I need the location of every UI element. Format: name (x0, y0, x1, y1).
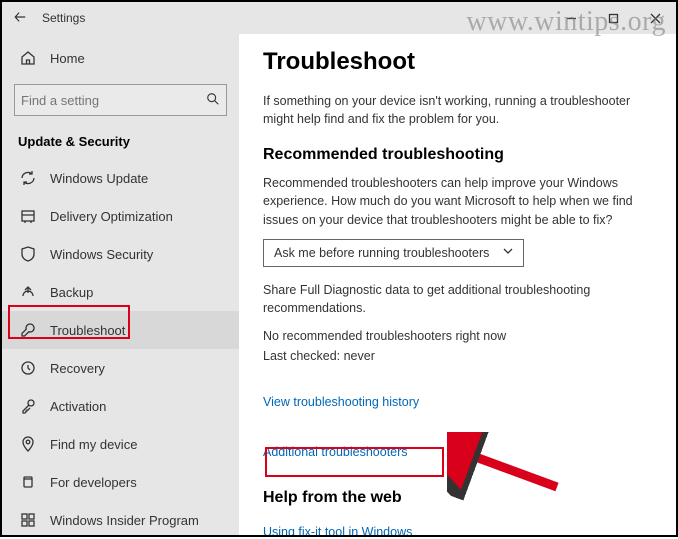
search-box[interactable] (14, 84, 227, 116)
no-recommended-text: No recommended troubleshooters right now (263, 327, 652, 345)
help-heading: Help from the web (263, 489, 652, 507)
key-icon (18, 398, 38, 414)
sidebar-item-label: Troubleshoot (50, 323, 125, 338)
backup-icon (18, 284, 38, 300)
sidebar-item-label: Recovery (50, 361, 105, 376)
sidebar-item-label: Backup (50, 285, 93, 300)
recovery-icon (18, 360, 38, 376)
shield-icon (18, 246, 38, 262)
sidebar: Home Update & Security Windows Update De… (2, 34, 239, 535)
sidebar-item-label: Activation (50, 399, 106, 414)
page-heading: Troubleshoot (263, 48, 652, 76)
titlebar: Settings (2, 2, 676, 34)
sidebar-item-label: For developers (50, 475, 137, 490)
minimize-button[interactable] (550, 2, 592, 34)
sync-icon (18, 170, 38, 186)
sidebar-item-backup[interactable]: Backup (2, 273, 239, 311)
home-label: Home (50, 51, 85, 66)
wrench-icon (18, 322, 38, 338)
devs-icon (18, 474, 38, 490)
sidebar-item-label: Windows Update (50, 171, 148, 186)
sidebar-item-label: Windows Insider Program (50, 513, 199, 528)
recommended-desc: Recommended troubleshooters can help imp… (263, 174, 652, 228)
troubleshoot-preference-dropdown[interactable]: Ask me before running troubleshooters (263, 239, 524, 267)
sidebar-item-recovery[interactable]: Recovery (2, 349, 239, 387)
sidebar-item-insider-program[interactable]: Windows Insider Program (2, 501, 239, 539)
dropdown-value: Ask me before running troubleshooters (274, 246, 489, 260)
home-nav[interactable]: Home (2, 40, 239, 76)
sidebar-item-delivery-optimization[interactable]: Delivery Optimization (2, 197, 239, 235)
additional-troubleshooters-link[interactable]: Additional troubleshooters (263, 445, 408, 459)
sidebar-item-find-my-device[interactable]: Find my device (2, 425, 239, 463)
close-button[interactable] (634, 2, 676, 34)
diagnostic-warning: Share Full Diagnostic data to get additi… (263, 281, 652, 317)
sidebar-item-label: Find my device (50, 437, 137, 452)
back-button[interactable] (2, 10, 38, 27)
sidebar-item-windows-update[interactable]: Windows Update (2, 159, 239, 197)
recommended-heading: Recommended troubleshooting (263, 146, 652, 164)
intro-text: If something on your device isn't workin… (263, 92, 652, 128)
home-icon (18, 50, 38, 66)
fixit-link[interactable]: Using fix-it tool in Windows (263, 525, 412, 535)
history-link[interactable]: View troubleshooting history (263, 395, 419, 409)
insider-icon (18, 512, 38, 528)
sidebar-item-label: Delivery Optimization (50, 209, 173, 224)
location-icon (18, 436, 38, 452)
sidebar-item-activation[interactable]: Activation (2, 387, 239, 425)
sidebar-item-troubleshoot[interactable]: Troubleshoot (2, 311, 239, 349)
chevron-down-icon (503, 246, 513, 259)
delivery-icon (18, 208, 38, 224)
search-icon (206, 92, 220, 109)
content-pane: Troubleshoot If something on your device… (239, 34, 676, 535)
search-input[interactable] (21, 93, 206, 108)
last-checked-text: Last checked: never (263, 347, 652, 365)
section-heading: Update & Security (2, 124, 239, 159)
maximize-button[interactable] (592, 2, 634, 34)
window-title: Settings (38, 11, 85, 25)
window-controls (550, 2, 676, 34)
sidebar-item-label: Windows Security (50, 247, 153, 262)
sidebar-item-windows-security[interactable]: Windows Security (2, 235, 239, 273)
sidebar-item-for-developers[interactable]: For developers (2, 463, 239, 501)
